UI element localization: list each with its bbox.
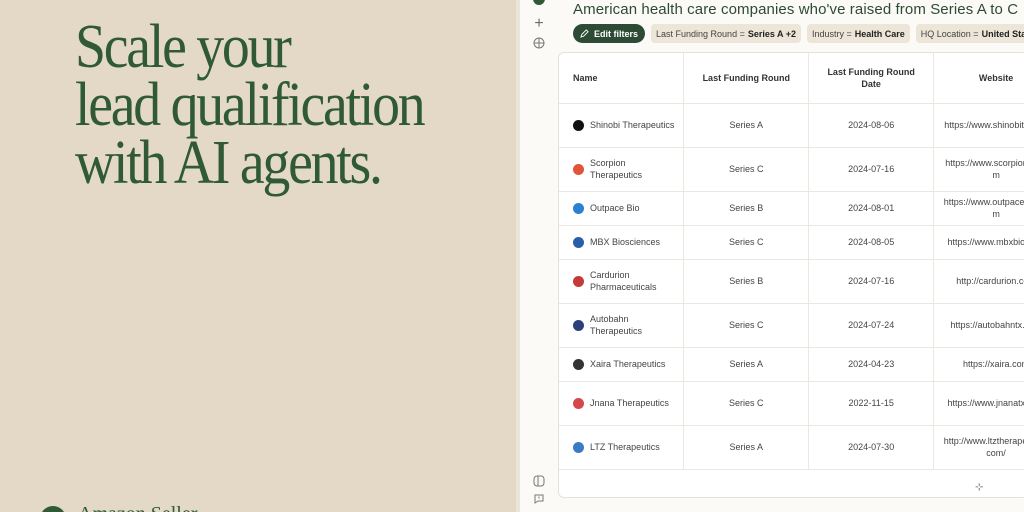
cell-funding-date: 2024-08-05 [808, 225, 935, 260]
app-window: + American health care companies who've … [520, 0, 1024, 512]
cell-website[interactable]: https://www.scorpiontx.com [933, 147, 1024, 192]
pencil-icon [580, 29, 589, 38]
table-row[interactable]: MBX Biosciences Series C 2024-08-05 http… [559, 225, 1024, 260]
cell-funding-round: Series C [683, 303, 810, 348]
hero-line-3: with AI agents. [75, 129, 383, 197]
cell-funding-round: Series A [683, 347, 810, 382]
filter-chip-value: Series A +2 [747, 28, 796, 39]
table-row[interactable]: Shinobi Therapeutics Series A 2024-08-06… [559, 103, 1024, 148]
cell-funding-round: Series B [683, 259, 810, 304]
cell-funding-date: 2024-07-30 [808, 425, 935, 470]
resize-handle-icon[interactable]: ⊹ [975, 482, 983, 493]
table-row[interactable]: Scorpion Therapeutics Series C 2024-07-1… [559, 147, 1024, 192]
cell-funding-round: Series B [683, 191, 810, 226]
edit-filters-label: Edit filters [594, 28, 639, 39]
table-row[interactable]: Outpace Bio Series B 2024-08-01 https://… [559, 191, 1024, 226]
company-logo-icon [573, 119, 584, 131]
hero-line-1: Scale your [75, 13, 292, 81]
app-logo-icon[interactable] [533, 0, 545, 5]
cell-name[interactable]: LTZ Therapeutics [559, 425, 685, 470]
add-icon[interactable]: + [529, 14, 549, 34]
side-rail: + [520, 0, 558, 512]
cell-name[interactable]: MBX Biosciences [559, 225, 685, 260]
column-header-last-funding-round[interactable]: Last Funding Round [683, 53, 810, 104]
column-header-name[interactable]: Name [559, 53, 685, 104]
cell-website[interactable]: http://www.ltztherapeutics.com/ [933, 425, 1024, 470]
table-row[interactable]: Cardurion Pharmaceuticals Series B 2024-… [559, 259, 1024, 304]
company-logo-icon [573, 358, 584, 370]
filter-chip-value: Health Care [854, 28, 905, 39]
cell-funding-date: 2024-08-06 [808, 103, 935, 148]
company-name: Shinobi Therapeutics [590, 120, 675, 130]
filter-chip-hq-location[interactable]: HQ Location =United States [915, 24, 1024, 43]
results-table-container: Name Last Funding Round Last Funding Rou… [558, 52, 1024, 498]
cell-name[interactable]: Outpace Bio [559, 191, 685, 226]
filter-chip-key: HQ Location = [920, 28, 979, 39]
table-row[interactable]: Xaira Therapeutics Series A 2024-04-23 h… [559, 347, 1024, 382]
cell-website[interactable]: https://www.mbxbio.com [933, 225, 1024, 260]
filter-bar: Edit filters Last Funding Round = Series … [573, 24, 1024, 43]
cell-funding-date: 2024-07-16 [808, 259, 935, 304]
filter-chip-key: Industry = [811, 28, 852, 39]
company-name: Autobahn Therapeutics [590, 314, 643, 336]
cell-website[interactable]: http://cardurion.com [933, 259, 1024, 304]
company-logo-icon [573, 397, 584, 409]
filter-chip-value: United States [981, 28, 1024, 39]
column-header-last-funding-round-date[interactable]: Last Funding Round Date [808, 53, 935, 104]
hero-line-2: lead qualification [75, 71, 426, 139]
cell-website[interactable]: https://xaira.com [933, 347, 1024, 382]
cell-name[interactable]: Shinobi Therapeutics [559, 103, 685, 148]
company-name: Jnana Therapeutics [590, 398, 669, 408]
results-table: Name Last Funding Round Last Funding Rou… [559, 53, 1024, 470]
cell-name[interactable]: Jnana Therapeutics [559, 381, 685, 426]
table-row[interactable]: Jnana Therapeutics Series C 2022-11-15 h… [559, 381, 1024, 426]
company-logo-icon [573, 441, 584, 453]
grid-icon[interactable] [529, 33, 549, 53]
cell-funding-round: Series A [683, 103, 810, 148]
cell-website[interactable]: https://www.outpacebio.com [933, 191, 1024, 226]
company-logo-icon [573, 319, 584, 331]
filter-chip-key: Last Funding Round = [656, 28, 745, 39]
company-name: Xaira Therapeutics [590, 359, 666, 369]
cell-name[interactable]: Scorpion Therapeutics [559, 147, 685, 192]
hero-panel: Scale your lead qualification with AI ag… [0, 0, 518, 512]
company-name: Cardurion Pharmaceuticals [590, 270, 657, 292]
cell-website[interactable]: https://autobahntx.com [933, 303, 1024, 348]
cell-website[interactable]: https://www.shinobitx.com [933, 103, 1024, 148]
cell-name[interactable]: Cardurion Pharmaceuticals [559, 259, 685, 304]
table-row[interactable]: Autobahn Therapeutics Series C 2024-07-2… [559, 303, 1024, 348]
company-logo-icon [573, 163, 584, 175]
company-name: LTZ Therapeutics [590, 442, 660, 452]
hero-headline: Scale your lead qualification with AI ag… [75, 13, 453, 197]
feedback-icon[interactable] [529, 489, 549, 509]
table-row[interactable]: LTZ Therapeutics Series A 2024-07-30 htt… [559, 425, 1024, 470]
brand-name: Amazon Seller [78, 503, 197, 512]
company-name: Scorpion Therapeutics [590, 158, 643, 180]
cell-funding-date: 2024-07-24 [808, 303, 935, 348]
filter-chip-funding-round[interactable]: Last Funding Round = Series A +2 [651, 24, 801, 43]
sidebar-toggle-icon[interactable] [529, 471, 549, 491]
edit-filters-button[interactable]: Edit filters [573, 24, 646, 43]
cell-funding-round: Series A [683, 425, 810, 470]
cell-funding-date: 2024-08-01 [808, 191, 935, 226]
company-logo-icon [573, 236, 584, 248]
cell-funding-date: 2024-04-23 [808, 347, 935, 382]
filter-chip-industry[interactable]: Industry = Health Care [806, 24, 910, 43]
cell-name[interactable]: Xaira Therapeutics [559, 347, 685, 382]
company-name: Outpace Bio [590, 203, 640, 213]
cell-funding-round: Series C [683, 381, 810, 426]
company-logo-icon [573, 202, 584, 214]
cell-funding-date: 2022-11-15 [808, 381, 935, 426]
cell-funding-round: Series C [683, 225, 810, 260]
company-name: MBX Biosciences [590, 237, 661, 247]
column-header-website[interactable]: Website [933, 53, 1024, 104]
cell-website[interactable]: https://www.jnanatx.com [933, 381, 1024, 426]
table-header-row: Name Last Funding Round Last Funding Rou… [559, 53, 1024, 104]
cell-funding-round: Series C [683, 147, 810, 192]
cell-funding-date: 2024-07-16 [808, 147, 935, 192]
cell-name[interactable]: Autobahn Therapeutics [559, 303, 685, 348]
page-title: American health care companies who've ra… [573, 1, 1019, 18]
company-logo-icon [573, 275, 584, 287]
brand-logo-icon [40, 506, 66, 512]
